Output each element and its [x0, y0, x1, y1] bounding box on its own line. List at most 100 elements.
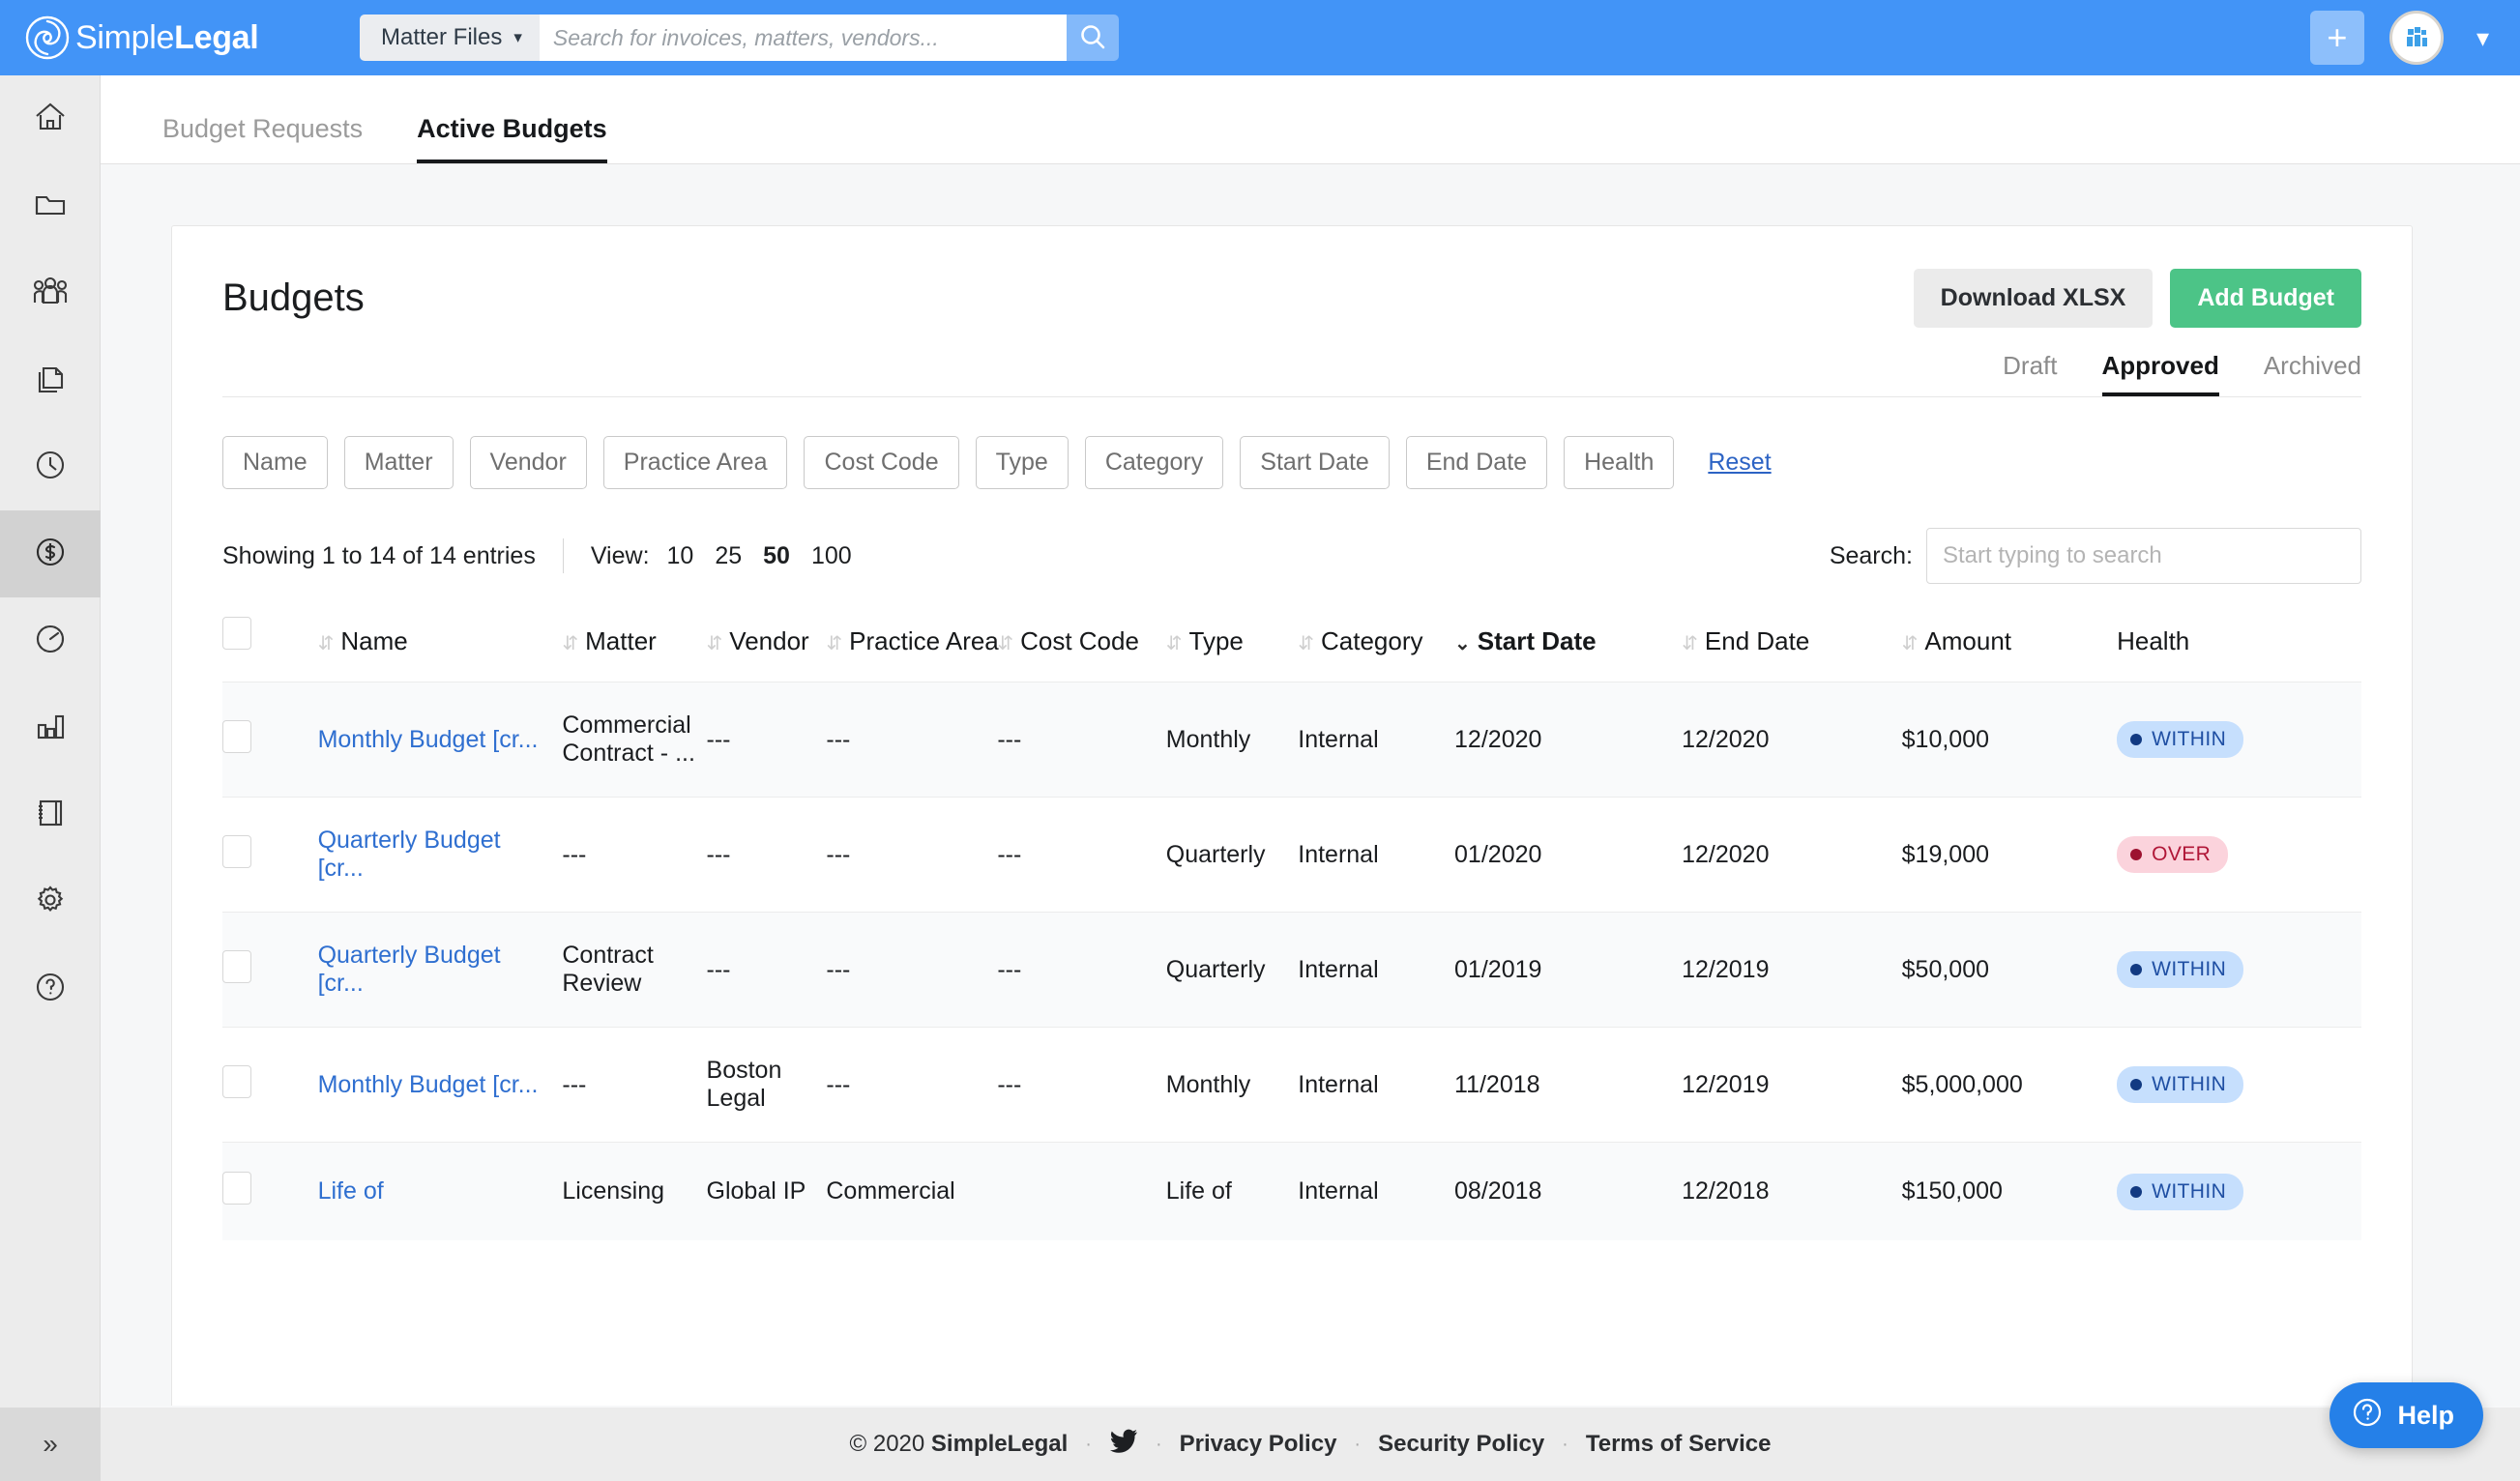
filter-type[interactable]: Type [976, 436, 1069, 489]
status-badge: WITHIN [2117, 1066, 2243, 1103]
twitter-icon[interactable] [1109, 1429, 1138, 1461]
help-button[interactable]: Help [2330, 1382, 2483, 1448]
cell-name: Life of [318, 1143, 563, 1241]
cell-type: Monthly [1166, 1028, 1299, 1143]
sidebar-item-home[interactable] [0, 75, 101, 162]
cell-amount: $10,000 [1902, 682, 2117, 798]
cell-health: WITHIN [2117, 1028, 2361, 1143]
user-avatar-icon[interactable] [2389, 11, 2444, 65]
filter-matter[interactable]: Matter [344, 436, 454, 489]
tab-draft[interactable]: Draft [2003, 351, 2057, 396]
spiral-logo-icon [25, 15, 70, 60]
column-name[interactable]: ⇵Name [318, 617, 563, 682]
filter-vendor[interactable]: Vendor [470, 436, 587, 489]
budget-name-link[interactable]: Quarterly Budget [cr... [318, 827, 501, 882]
cell-practice-area: --- [826, 913, 997, 1028]
row-checkbox[interactable] [222, 1065, 251, 1098]
sidebar-item-documents[interactable] [0, 336, 101, 423]
column-cost-code[interactable]: ⇵Cost Code [997, 617, 1165, 682]
filter-chip-row: Name Matter Vendor Practice Area Cost Co… [172, 397, 2412, 489]
cell-practice-area: --- [826, 682, 997, 798]
help-circle-icon [33, 970, 68, 1009]
table-row[interactable]: Monthly Budget [cr... --- Boston Legal -… [222, 1028, 2361, 1143]
column-start-date[interactable]: ⌄Start Date [1454, 617, 1682, 682]
sidebar-item-help[interactable] [0, 945, 101, 1032]
table-search-input[interactable] [1926, 528, 2361, 584]
table-row[interactable]: Life of Licensing Global IP Commercial L… [222, 1143, 2361, 1241]
view-option-50[interactable]: 50 [763, 542, 790, 570]
sidebar-item-vendors[interactable] [0, 249, 101, 336]
column-type[interactable]: ⇵Type [1166, 617, 1299, 682]
tab-budget-requests[interactable]: Budget Requests [162, 114, 363, 163]
select-all-checkbox[interactable] [222, 617, 251, 650]
plus-icon: + [2327, 20, 2347, 55]
budget-name-link[interactable]: Monthly Budget [cr... [318, 726, 539, 753]
status-badge: WITHIN [2117, 721, 2243, 758]
cell-matter: --- [562, 1028, 706, 1143]
filter-name[interactable]: Name [222, 436, 328, 489]
reset-filters-link[interactable]: Reset [1708, 449, 1771, 477]
view-option-10[interactable]: 10 [667, 542, 694, 570]
filter-end-date[interactable]: End Date [1406, 436, 1547, 489]
global-search-input[interactable] [540, 15, 1067, 61]
column-amount[interactable]: ⇵Amount [1902, 617, 2117, 682]
sidebar-item-settings[interactable] [0, 858, 101, 945]
row-checkbox[interactable] [222, 1172, 251, 1205]
chevron-down-icon[interactable]: ▾ [2469, 23, 2497, 53]
column-practice-area[interactable]: ⇵Practice Area [826, 617, 997, 682]
sidebar-item-matters[interactable] [0, 162, 101, 249]
tab-label: Budget Requests [162, 114, 363, 143]
footer-link-terms-of-service[interactable]: Terms of Service [1586, 1431, 1772, 1458]
people-icon [32, 275, 69, 312]
view-option-25[interactable]: 25 [715, 542, 742, 570]
footer-link-privacy-policy[interactable]: Privacy Policy [1180, 1431, 1337, 1458]
filter-start-date[interactable]: Start Date [1240, 436, 1390, 489]
filter-health[interactable]: Health [1564, 436, 1674, 489]
sidebar-item-timekeeping[interactable] [0, 423, 101, 510]
tab-approved[interactable]: Approved [2102, 351, 2219, 396]
view-option-100[interactable]: 100 [811, 542, 852, 570]
status-dot-icon [2130, 964, 2142, 975]
sidebar-item-budgets[interactable] [0, 510, 101, 597]
tab-active-budgets[interactable]: Active Budgets [417, 114, 607, 163]
table-row[interactable]: Monthly Budget [cr... Commercial Contrac… [222, 682, 2361, 798]
tab-archived[interactable]: Archived [2264, 351, 2361, 396]
filter-category[interactable]: Category [1085, 436, 1223, 489]
cell-matter: Licensing [562, 1143, 706, 1241]
page-title: Budgets [222, 276, 365, 320]
column-end-date[interactable]: ⇵End Date [1682, 617, 1902, 682]
search-submit-button[interactable] [1067, 15, 1119, 61]
footer-link-security-policy[interactable]: Security Policy [1378, 1431, 1544, 1458]
table-row[interactable]: Quarterly Budget [cr... Contract Review … [222, 913, 2361, 1028]
filter-cost-code[interactable]: Cost Code [804, 436, 958, 489]
brand-name: SimpleLegal [75, 19, 258, 57]
budget-name-link[interactable]: Life of [318, 1177, 384, 1205]
column-vendor[interactable]: ⇵Vendor [707, 617, 827, 682]
row-checkbox[interactable] [222, 950, 251, 983]
sidebar-item-reports[interactable] [0, 684, 101, 771]
sidebar-item-library[interactable] [0, 771, 101, 858]
status-badge-label: WITHIN [2152, 728, 2226, 751]
add-budget-button[interactable]: Add Budget [2170, 269, 2361, 328]
filter-practice-area[interactable]: Practice Area [603, 436, 788, 489]
column-matter[interactable]: ⇵Matter [562, 617, 706, 682]
search-scope-dropdown[interactable]: Matter Files ▾ [360, 15, 540, 61]
cell-vendor: --- [707, 798, 827, 913]
sidebar-item-analytics[interactable] [0, 597, 101, 684]
brand-logo[interactable]: SimpleLegal [25, 15, 315, 60]
footer-separator: · [1156, 1434, 1162, 1456]
download-xlsx-button[interactable]: Download XLSX [1914, 269, 2154, 328]
status-dot-icon [2130, 849, 2142, 860]
sort-icon: ⇵ [1298, 634, 1314, 653]
add-new-button[interactable]: + [2310, 11, 2364, 65]
row-checkbox[interactable] [222, 720, 251, 753]
row-checkbox[interactable] [222, 835, 251, 868]
cell-vendor: Global IP [707, 1143, 827, 1241]
cell-category: Internal [1298, 913, 1454, 1028]
column-category[interactable]: ⇵Category [1298, 617, 1454, 682]
sidebar-expand-button[interactable]: » [0, 1408, 101, 1481]
budget-name-link[interactable]: Monthly Budget [cr... [318, 1071, 539, 1098]
budget-name-link[interactable]: Quarterly Budget [cr... [318, 942, 501, 997]
cell-health: WITHIN [2117, 1143, 2361, 1241]
table-row[interactable]: Quarterly Budget [cr... --- --- --- --- … [222, 798, 2361, 913]
